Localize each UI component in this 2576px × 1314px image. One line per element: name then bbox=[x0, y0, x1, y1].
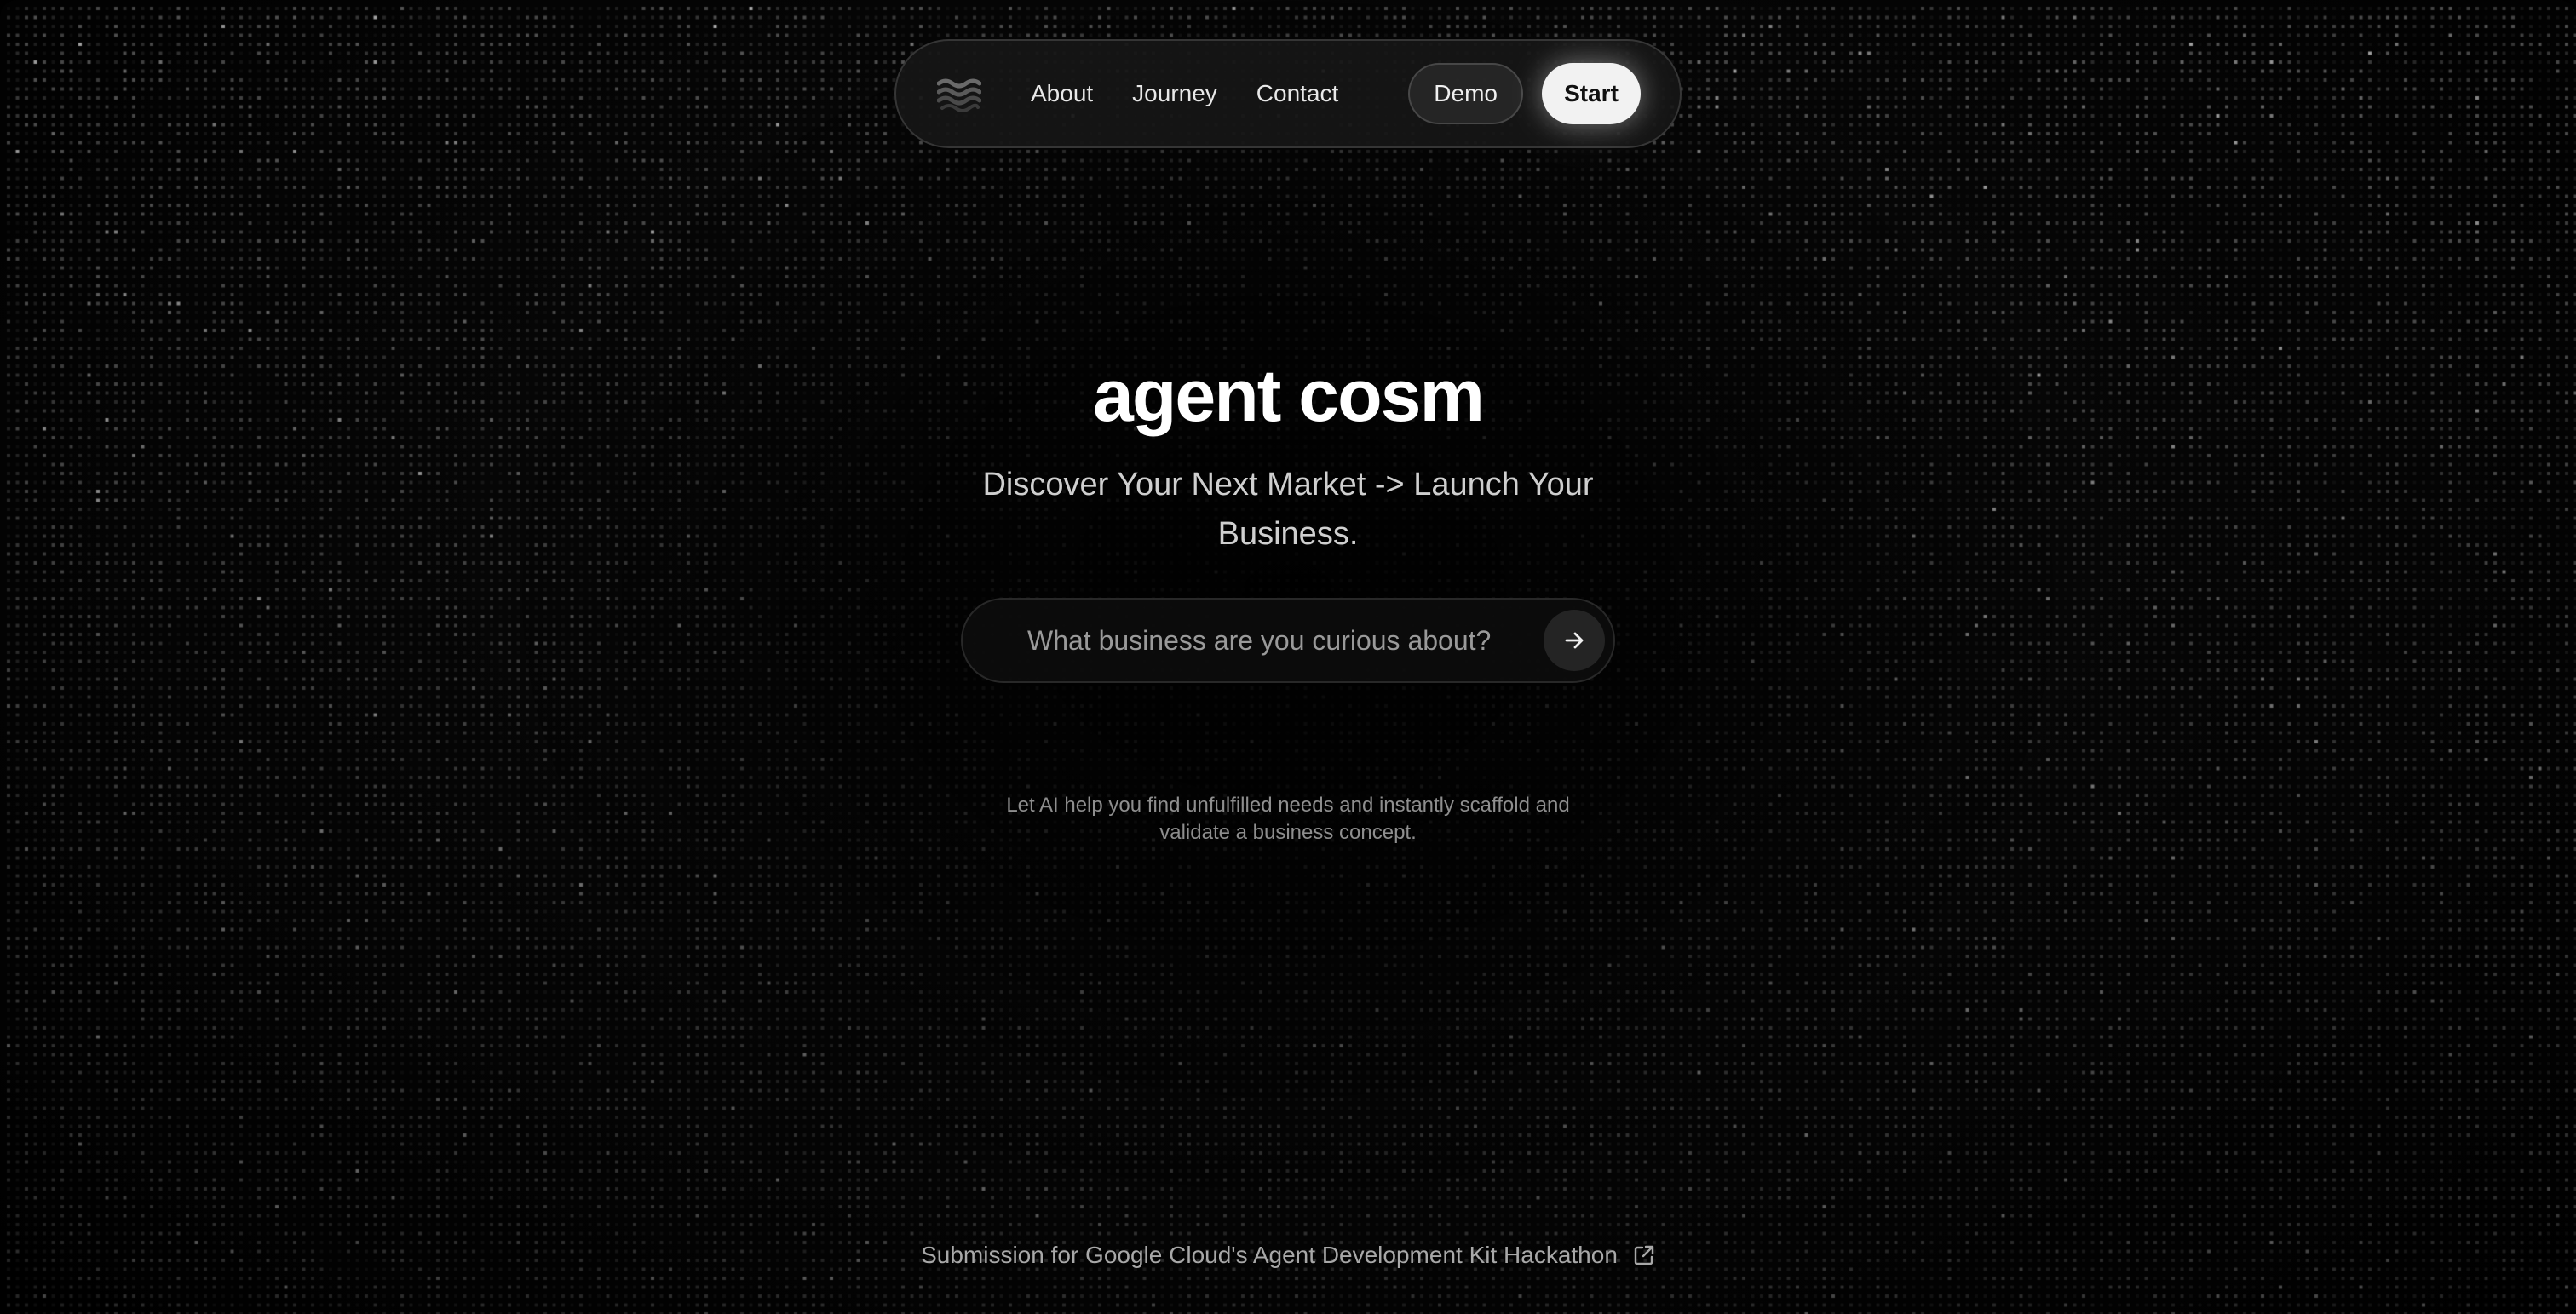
search-submit-button[interactable] bbox=[1544, 610, 1605, 671]
nav-link-journey[interactable]: Journey bbox=[1132, 80, 1217, 107]
top-navigation-bar: About Journey Contact Demo Start bbox=[894, 39, 1682, 148]
hackathon-link-text: Submission for Google Cloud's Agent Deve… bbox=[921, 1242, 1618, 1268]
business-search-input[interactable] bbox=[1027, 615, 1544, 666]
hero-title: agent cosm bbox=[1093, 355, 1485, 437]
hero-description: Let AI help you find unfulfilled needs a… bbox=[1006, 794, 1570, 844]
hero-subtitle: Discover Your Next Market -> Launch Your… bbox=[982, 467, 1594, 552]
business-search-bar bbox=[961, 598, 1615, 683]
start-button[interactable]: Start bbox=[1542, 63, 1641, 124]
external-link-icon bbox=[1633, 1244, 1655, 1266]
footer: Submission for Google Cloud's Agent Deve… bbox=[0, 1242, 2576, 1269]
nav-links: About Journey Contact bbox=[1031, 80, 1338, 107]
nav-link-contact[interactable]: Contact bbox=[1256, 80, 1339, 107]
wave-logo-icon[interactable] bbox=[937, 73, 981, 114]
arrow-right-icon bbox=[1562, 628, 1586, 652]
demo-button[interactable]: Demo bbox=[1408, 63, 1523, 124]
page: About Journey Contact Demo Start agent c… bbox=[0, 0, 2576, 1314]
hackathon-link[interactable]: Submission for Google Cloud's Agent Deve… bbox=[921, 1242, 1655, 1269]
nav-link-about[interactable]: About bbox=[1031, 80, 1093, 107]
